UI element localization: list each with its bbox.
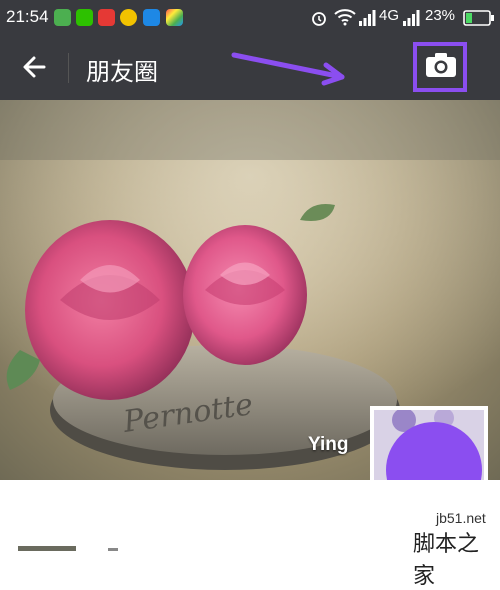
battery-icon xyxy=(463,10,494,26)
plus-icon xyxy=(120,9,137,26)
avatar-image xyxy=(374,410,484,480)
signal-icon xyxy=(359,10,376,26)
msg-icon xyxy=(54,9,71,26)
avatar[interactable] xyxy=(374,410,484,480)
wechat-icon xyxy=(76,9,93,26)
username: Ying xyxy=(308,434,349,455)
back-arrow-icon[interactable] xyxy=(18,49,54,85)
post-thumbnail[interactable] xyxy=(18,546,76,551)
signal-2-icon xyxy=(403,10,420,26)
page-title: 朋友圈 xyxy=(86,58,158,86)
weibo-icon xyxy=(98,9,115,26)
camera-icon[interactable] xyxy=(424,50,458,80)
annotation-arrow xyxy=(231,52,345,86)
title-bar: 朋友圈 xyxy=(0,35,500,100)
status-time: 21:54 xyxy=(6,7,49,26)
network-type: 4G xyxy=(379,7,400,24)
status-bar: 21:54 4G 23% xyxy=(0,0,500,35)
alarm-icon xyxy=(312,12,326,26)
watermark-text: 脚本之家 xyxy=(413,532,480,589)
watermark-url: jb51.net xyxy=(436,510,486,526)
clean-icon xyxy=(143,9,160,26)
wifi-icon xyxy=(334,9,356,26)
title-divider xyxy=(68,53,69,83)
battery-percent: 23% xyxy=(425,7,456,24)
colorful-icon xyxy=(166,9,183,26)
